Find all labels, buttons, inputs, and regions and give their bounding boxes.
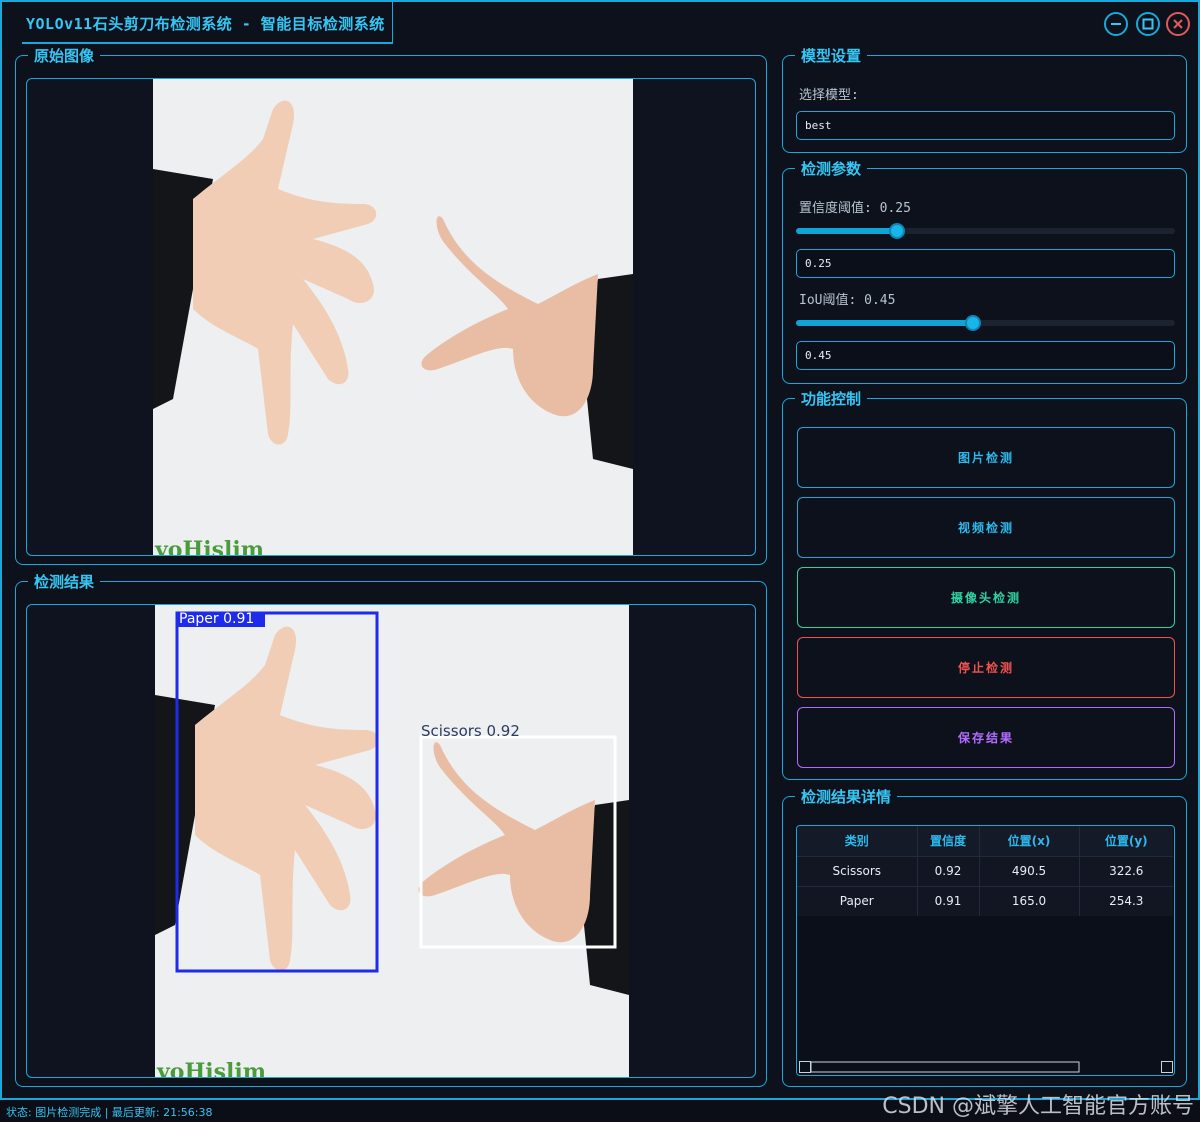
status-bar: 状态: 图片检测完成 | 最后更新: 21:56:38	[6, 1106, 213, 1119]
video-detect-button[interactable]: 视频检测	[797, 497, 1175, 558]
image-detect-button[interactable]: 图片检测	[797, 427, 1175, 488]
window-title: YOLOv11石头剪刀布检测系统 - 智能目标检测系统	[26, 15, 385, 33]
main-window: YOLOv11石头剪刀布检测系统 - 智能目标检测系统 原始图像 yoHisli…	[0, 0, 1200, 1100]
confidence-input[interactable]: 0.25	[796, 249, 1175, 278]
stop-detect-button[interactable]: 停止检测	[797, 637, 1175, 698]
confidence-slider[interactable]	[796, 223, 1175, 239]
model-settings-title: 模型设置	[795, 46, 868, 66]
results-detail-panel: 检测结果详情 类别 置信度 位置(x) 位置(y) Scissors 0.92 …	[782, 787, 1187, 1087]
hands-illustration-result	[155, 611, 629, 995]
original-image-title: 原始图像	[28, 46, 101, 66]
detect-params-title: 检测参数	[795, 159, 868, 179]
table-cell: 254.3	[1079, 885, 1173, 916]
original-photo: yoHislim	[153, 79, 633, 556]
table-header-row: 类别 置信度 位置(x) 位置(y)	[797, 826, 1173, 856]
scissors-detection-label: Scissors 0.92	[421, 722, 520, 740]
photo-watermark-result: yoHislim	[157, 1059, 266, 1078]
table-cell: 165.0	[979, 885, 1080, 916]
hands-illustration	[153, 100, 633, 469]
title-divider	[392, 2, 393, 44]
table-cell: 0.91	[917, 885, 980, 916]
result-photo: Paper 0.91 Scissors 0.92 yoHislim	[155, 605, 629, 1078]
results-table: 类别 置信度 位置(x) 位置(y) Scissors 0.92 490.5 3…	[797, 826, 1173, 916]
result-image-panel: 检测结果 Paper 0.91 Scissors 0.92 yoHislim	[15, 572, 767, 1087]
title-bar[interactable]: YOLOv11石头剪刀布检测系统 - 智能目标检测系统	[2, 2, 1198, 44]
controls-panel: 功能控制 图片检测 视频检测 摄像头检测 停止检测 保存结果	[782, 389, 1187, 780]
column-header[interactable]: 位置(x)	[979, 826, 1080, 856]
title-underline	[22, 42, 392, 44]
maximize-icon	[1142, 18, 1154, 30]
iou-slider-handle[interactable]	[964, 315, 981, 331]
save-result-button[interactable]: 保存结果	[797, 707, 1175, 768]
results-detail-title: 检测结果详情	[795, 787, 898, 807]
minimize-button[interactable]	[1104, 12, 1128, 36]
model-select[interactable]: best	[796, 111, 1175, 140]
photo-watermark: yoHislim	[155, 537, 264, 556]
table-row[interactable]: Paper 0.91 165.0 254.3	[797, 885, 1173, 916]
iou-input[interactable]: 0.45	[796, 341, 1175, 370]
confidence-slider-handle[interactable]	[888, 223, 905, 239]
iou-slider-fill	[796, 320, 973, 326]
table-cell: Paper	[797, 885, 918, 916]
camera-detect-button[interactable]: 摄像头检测	[797, 567, 1175, 628]
minimize-icon	[1111, 23, 1121, 25]
model-settings-panel: 模型设置 选择模型: best	[782, 46, 1187, 153]
csdn-watermark: CSDN @斌擎人工智能官方账号	[882, 1094, 1194, 1119]
table-cell: 322.6	[1079, 855, 1173, 886]
horizontal-scrollbar[interactable]	[799, 1061, 1173, 1073]
table-cell: 490.5	[979, 855, 1080, 886]
paper-detection-label: Paper 0.91	[179, 611, 255, 627]
iou-label: IoU阈值: 0.45	[799, 293, 896, 308]
maximize-button[interactable]	[1136, 12, 1160, 36]
iou-slider[interactable]	[796, 315, 1175, 331]
controls-title: 功能控制	[795, 389, 868, 409]
results-table-container[interactable]: 类别 置信度 位置(x) 位置(y) Scissors 0.92 490.5 3…	[796, 825, 1175, 1076]
confidence-label: 置信度阈值: 0.25	[799, 201, 911, 216]
confidence-slider-fill	[796, 228, 897, 234]
column-header[interactable]: 类别	[797, 826, 918, 856]
detect-params-panel: 检测参数 置信度阈值: 0.25 0.25 IoU阈值: 0.45 0.45	[782, 159, 1187, 384]
table-row[interactable]: Scissors 0.92 490.5 322.6	[797, 855, 1173, 886]
close-icon	[1173, 19, 1183, 29]
column-header[interactable]: 置信度	[917, 826, 980, 856]
model-select-label: 选择模型:	[799, 88, 859, 103]
table-cell: Scissors	[797, 855, 918, 886]
result-image-title: 检测结果	[28, 572, 101, 592]
column-header[interactable]: 位置(y)	[1079, 826, 1173, 856]
original-image-viewer: yoHislim	[26, 78, 756, 556]
original-image-panel: 原始图像 yoHislim	[15, 46, 767, 565]
close-button[interactable]	[1166, 12, 1190, 36]
result-image-viewer: Paper 0.91 Scissors 0.92 yoHislim	[26, 604, 756, 1078]
table-cell: 0.92	[917, 855, 980, 886]
